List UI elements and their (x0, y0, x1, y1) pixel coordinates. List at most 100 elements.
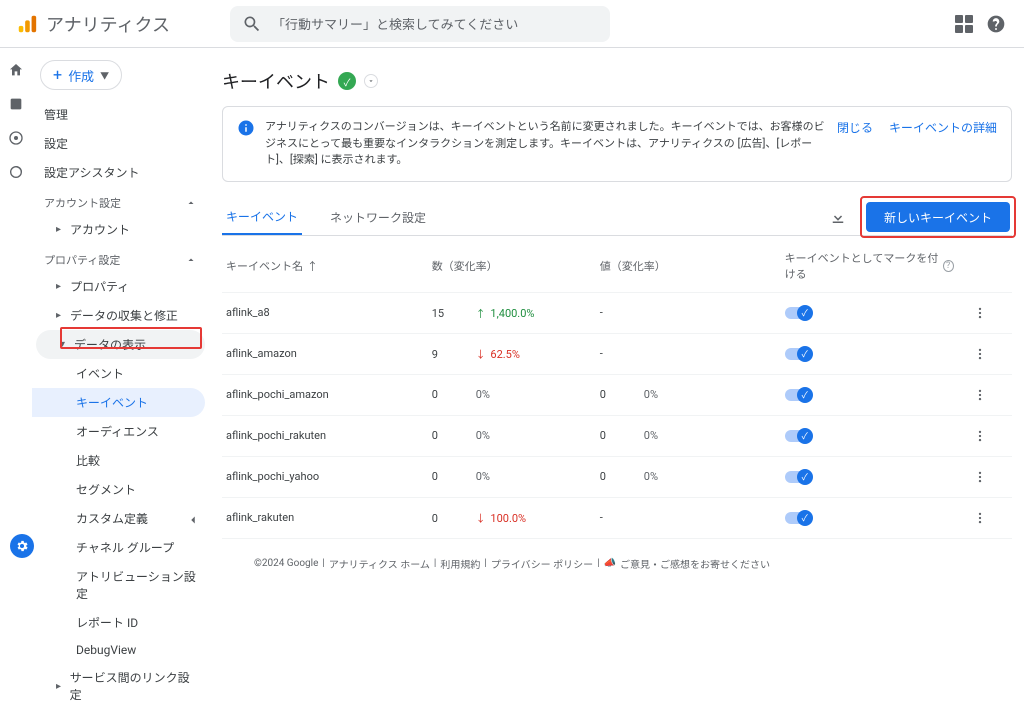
banner-details-link[interactable]: キーイベントの詳細 (889, 119, 997, 136)
settings-fab-icon[interactable] (10, 534, 34, 558)
more-icon[interactable] (970, 467, 990, 487)
nav-debugview[interactable]: DebugView (32, 637, 209, 663)
toggle-switch[interactable] (785, 471, 811, 483)
toggle-switch[interactable] (785, 430, 811, 442)
more-icon[interactable] (970, 508, 990, 528)
toggle-switch[interactable] (785, 389, 811, 401)
cell-actions (962, 415, 1012, 456)
cell-actions (962, 333, 1012, 374)
toggle-switch[interactable] (785, 512, 811, 524)
cell-count: 0↓ 100.0% (424, 497, 592, 538)
tab-key-events[interactable]: キーイベント (222, 200, 302, 235)
footer-link-privacy[interactable]: プライバシー ポリシー (491, 556, 593, 571)
cell-count: 00% (424, 538, 592, 550)
nav-data-display[interactable]: ▾データの表示 (36, 330, 205, 359)
nav-data-collection[interactable]: ▸データの収集と修正 (32, 301, 209, 330)
nav-admin[interactable]: 管理 (32, 100, 209, 129)
chevron-up-icon (185, 254, 197, 266)
table-row: aflink_a815↑ 1,400.0%- (222, 292, 1012, 333)
footer: ©2024 Google | アナリティクス ホーム | 利用規約 | プライバ… (0, 550, 1024, 576)
nav-setup-assistant[interactable]: 設定アシスタント (32, 158, 209, 187)
help-icon[interactable]: ? (943, 260, 954, 272)
col-mark: キーイベントとしてマークを付ける? (785, 250, 954, 282)
cell-name: aflink_pochi_yahoo (222, 456, 424, 497)
cell-name: aflink_pochi_amazon (222, 374, 424, 415)
rail-reports-icon[interactable] (6, 94, 26, 114)
status-dropdown-icon[interactable] (364, 74, 378, 88)
nav-property[interactable]: ▸プロパティ (32, 272, 209, 301)
cell-actions (962, 497, 1012, 538)
create-button[interactable]: + 作成 ▼ (40, 60, 122, 90)
toggle-switch[interactable] (785, 307, 811, 319)
footer-link-terms[interactable]: 利用規約 (440, 556, 480, 571)
col-name[interactable]: キーイベント名↑ (226, 258, 318, 274)
nav-key-events[interactable]: キーイベント (32, 388, 205, 417)
analytics-logo-icon (16, 13, 38, 35)
table-row: aflink_pochi_amazon00%00% (222, 374, 1012, 415)
nav-account[interactable]: ▸アカウント (32, 215, 209, 244)
cell-actions (962, 538, 1012, 550)
banner-text: アナリティクスのコンバージョンは、キーイベントという名前に変更されました。キーイ… (265, 119, 827, 169)
cell-name: aflink_pochi_rakuten (222, 415, 424, 456)
nav-segments[interactable]: セグメント (32, 475, 209, 504)
nav-report-id[interactable]: レポート ID (32, 608, 209, 637)
search-input[interactable]: 「行動サマリー」と検索してみてください (230, 6, 610, 42)
table-row: aflink_valuecommerce00%00% (222, 538, 1012, 550)
cell-name: aflink_a8 (222, 292, 424, 333)
status-check-icon: ✓ (338, 72, 356, 90)
search-placeholder: 「行動サマリー」と検索してみてください (272, 14, 518, 33)
cell-value: 00% (592, 456, 777, 497)
cell-toggle (777, 374, 962, 415)
megaphone-icon: 📣 (604, 558, 616, 569)
property-settings-header[interactable]: プロパティ設定 (32, 244, 209, 272)
more-icon[interactable] (970, 303, 990, 323)
cell-actions (962, 456, 1012, 497)
banner-close-link[interactable]: 閉じる (837, 119, 873, 136)
cell-toggle (777, 292, 962, 333)
cell-count: 9↓ 62.5% (424, 333, 592, 374)
cell-actions (962, 374, 1012, 415)
cell-count: 00% (424, 374, 592, 415)
nav-events[interactable]: イベント (32, 359, 209, 388)
rail-explore-icon[interactable] (6, 128, 26, 148)
more-icon[interactable] (970, 385, 990, 405)
nav-settings[interactable]: 設定 (32, 129, 209, 158)
plus-icon: + (53, 67, 62, 83)
rail-ads-icon[interactable] (6, 162, 26, 182)
info-icon (237, 119, 255, 137)
cell-toggle (777, 415, 962, 456)
cell-value: - (592, 333, 777, 374)
chevron-up-icon (185, 197, 197, 209)
nav-audiences[interactable]: オーディエンス (32, 417, 209, 446)
cell-count: 00% (424, 415, 592, 456)
nav-service-links[interactable]: ▸サービス間のリンク設定 (32, 663, 209, 709)
table-row: aflink_rakuten0↓ 100.0%- (222, 497, 1012, 538)
new-key-event-button[interactable]: 新しいキーイベント (866, 202, 1010, 232)
help-icon[interactable] (984, 12, 1008, 36)
cell-name: aflink_amazon (222, 333, 424, 374)
more-icon[interactable] (970, 344, 990, 364)
footer-feedback[interactable]: ご意見・ご感想をお寄せください (620, 556, 770, 571)
more-icon[interactable] (970, 426, 990, 446)
col-value: 値（変化率） (600, 260, 666, 273)
nav-compare[interactable]: 比較 (32, 446, 209, 475)
tab-network-settings[interactable]: ネットワーク設定 (326, 201, 430, 234)
cell-toggle (777, 497, 962, 538)
rail-home-icon[interactable] (6, 60, 26, 80)
account-settings-header[interactable]: アカウント設定 (32, 187, 209, 215)
cell-value: 00% (592, 538, 777, 550)
footer-link-home[interactable]: アナリティクス ホーム (329, 556, 430, 571)
chevron-down-icon: ▼ (100, 69, 109, 82)
toggle-switch[interactable] (785, 348, 811, 360)
apps-icon[interactable] (952, 12, 976, 36)
sort-asc-icon: ↑ (307, 258, 318, 274)
download-icon[interactable] (824, 203, 852, 231)
collapse-sidebar-icon[interactable] (183, 510, 203, 530)
page-title: キーイベント (222, 68, 330, 94)
cell-toggle (777, 538, 962, 550)
cell-count: 00% (424, 456, 592, 497)
cell-toggle (777, 456, 962, 497)
app-title: アナリティクス (46, 11, 170, 37)
cell-actions (962, 292, 1012, 333)
create-label: 作成 (68, 66, 94, 85)
